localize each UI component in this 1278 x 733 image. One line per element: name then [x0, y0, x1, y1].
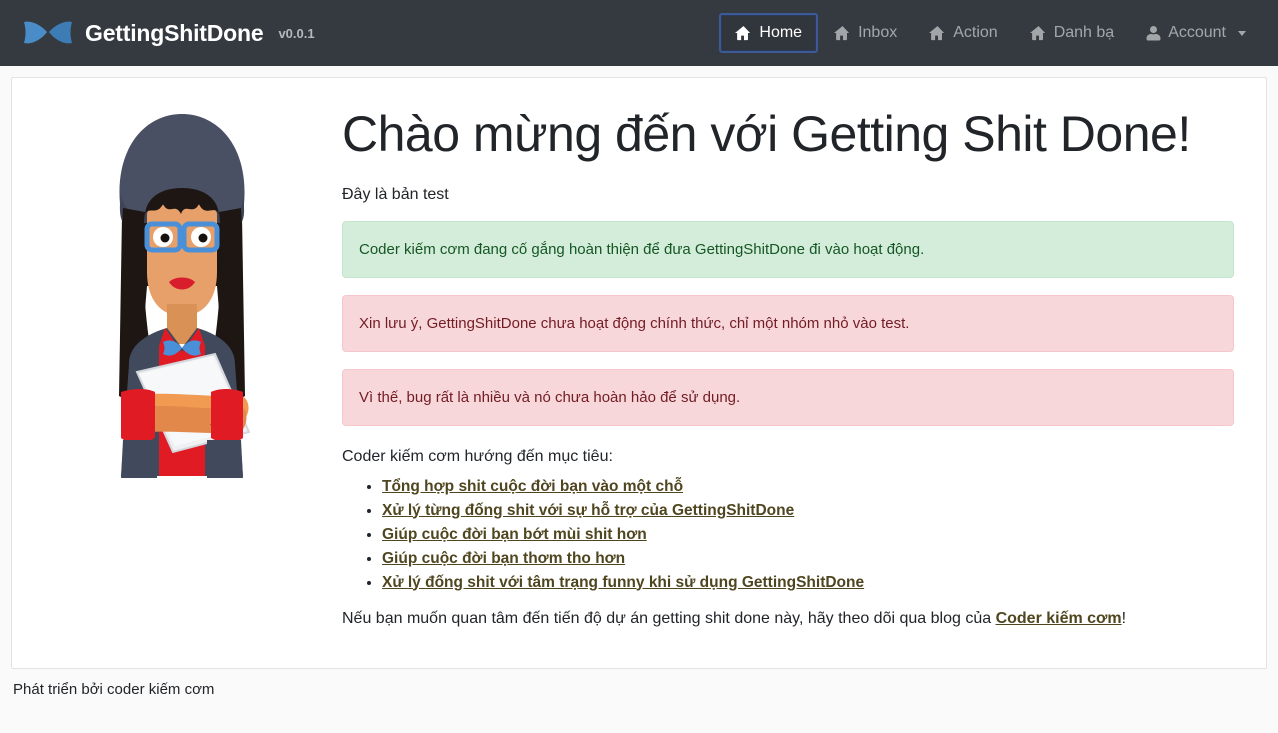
page-wrapper: g Hybrid <g/> Chào mừng đến với Getting …: [0, 66, 1278, 669]
list-item: Giúp cuộc đời bạn bớt mùi shit hơn: [382, 526, 1234, 544]
person-icon: [1146, 25, 1161, 41]
chevron-down-icon: [1238, 30, 1246, 36]
home-icon: [834, 25, 851, 41]
brand-version: v0.0.1: [278, 25, 315, 41]
goal-link-4[interactable]: Giúp cuộc đời bạn thơm tho hơn: [382, 550, 625, 567]
alert-danger-1: Xin lưu ý, GettingShitDone chưa hoạt độn…: [342, 294, 1234, 352]
list-item: Xử lý đống shit với tâm trạng funny khi …: [382, 574, 1234, 592]
alert-danger-2: Vì thế, bug rất là nhiều và nó chưa hoàn…: [342, 368, 1234, 426]
nav-item-account[interactable]: Account: [1130, 13, 1262, 53]
blog-link[interactable]: Coder kiếm cơm: [996, 610, 1122, 627]
list-item: Giúp cuộc đời bạn thơm tho hơn: [382, 550, 1234, 568]
nav-item-danh-ba[interactable]: Danh bạ: [1014, 13, 1131, 53]
illustration-column: g Hybrid <g/>: [22, 96, 342, 658]
goals-intro: Coder kiếm cơm hướng đến mục tiêu:: [342, 447, 613, 465]
nav-item-action-label: Action: [953, 24, 998, 41]
goal-link-1[interactable]: Tổng hợp shit cuộc đời bạn vào một chỗ: [382, 478, 683, 495]
nav-item-inbox[interactable]: Inbox: [818, 13, 913, 53]
home-icon: [1029, 25, 1047, 41]
goal-link-2[interactable]: Xử lý từng đống shit với sự hỗ trợ của G…: [382, 502, 794, 519]
brand-name: GettingShitDone: [85, 19, 264, 46]
navbar-links: Home Inbox Action Danh bạ Account: [719, 13, 1262, 53]
bowtie-icon: [22, 18, 74, 48]
closing-text-after: !: [1121, 609, 1127, 627]
nav-item-home[interactable]: Home: [719, 13, 819, 53]
nav-item-account-label: Account: [1168, 24, 1226, 41]
closing-text-before: Nếu bạn muốn quan tâm đến tiến độ dự án …: [342, 609, 996, 627]
page-title: Chào mừng đến với Getting Shit Done!: [342, 106, 1191, 162]
brand-logo-link[interactable]: GettingShitDone v0.0.1: [22, 18, 315, 48]
home-icon: [929, 25, 946, 41]
footer-text: Phát triển bởi coder kiếm cơm: [13, 681, 215, 698]
goal-link-5[interactable]: Xử lý đống shit với tâm trạng funny khi …: [382, 574, 864, 591]
goal-link-3[interactable]: Giúp cuộc đời bạn bớt mùi shit hơn: [382, 526, 647, 543]
home-icon: [735, 25, 752, 41]
top-navbar: GettingShitDone v0.0.1 Home Inbox Action: [0, 0, 1278, 66]
nav-item-danh-ba-label: Danh bạ: [1053, 24, 1115, 41]
page-subtitle: Đây là bản test: [342, 185, 449, 203]
woman-with-laptop-illustration: g Hybrid <g/>: [77, 96, 287, 501]
list-item: Xử lý từng đống shit với sự hỗ trợ của G…: [382, 502, 1234, 520]
main-card: g Hybrid <g/> Chào mừng đến với Getting …: [11, 77, 1267, 669]
closing-paragraph: Nếu bạn muốn quan tâm đến tiến độ dự án …: [342, 610, 1234, 628]
nav-item-action[interactable]: Action: [913, 13, 1013, 53]
content-column: Chào mừng đến với Getting Shit Done! Đây…: [342, 96, 1256, 658]
goals-list: Tổng hợp shit cuộc đời bạn vào một chỗ X…: [342, 478, 1234, 592]
alert-success: Coder kiếm cơm đang cố gắng hoàn thiện đ…: [342, 220, 1234, 278]
nav-item-inbox-label: Inbox: [858, 24, 898, 41]
nav-item-home-label: Home: [759, 24, 803, 41]
list-item: Tổng hợp shit cuộc đời bạn vào một chỗ: [382, 478, 1234, 496]
footer: Phát triển bởi coder kiếm cơm: [0, 669, 1278, 698]
